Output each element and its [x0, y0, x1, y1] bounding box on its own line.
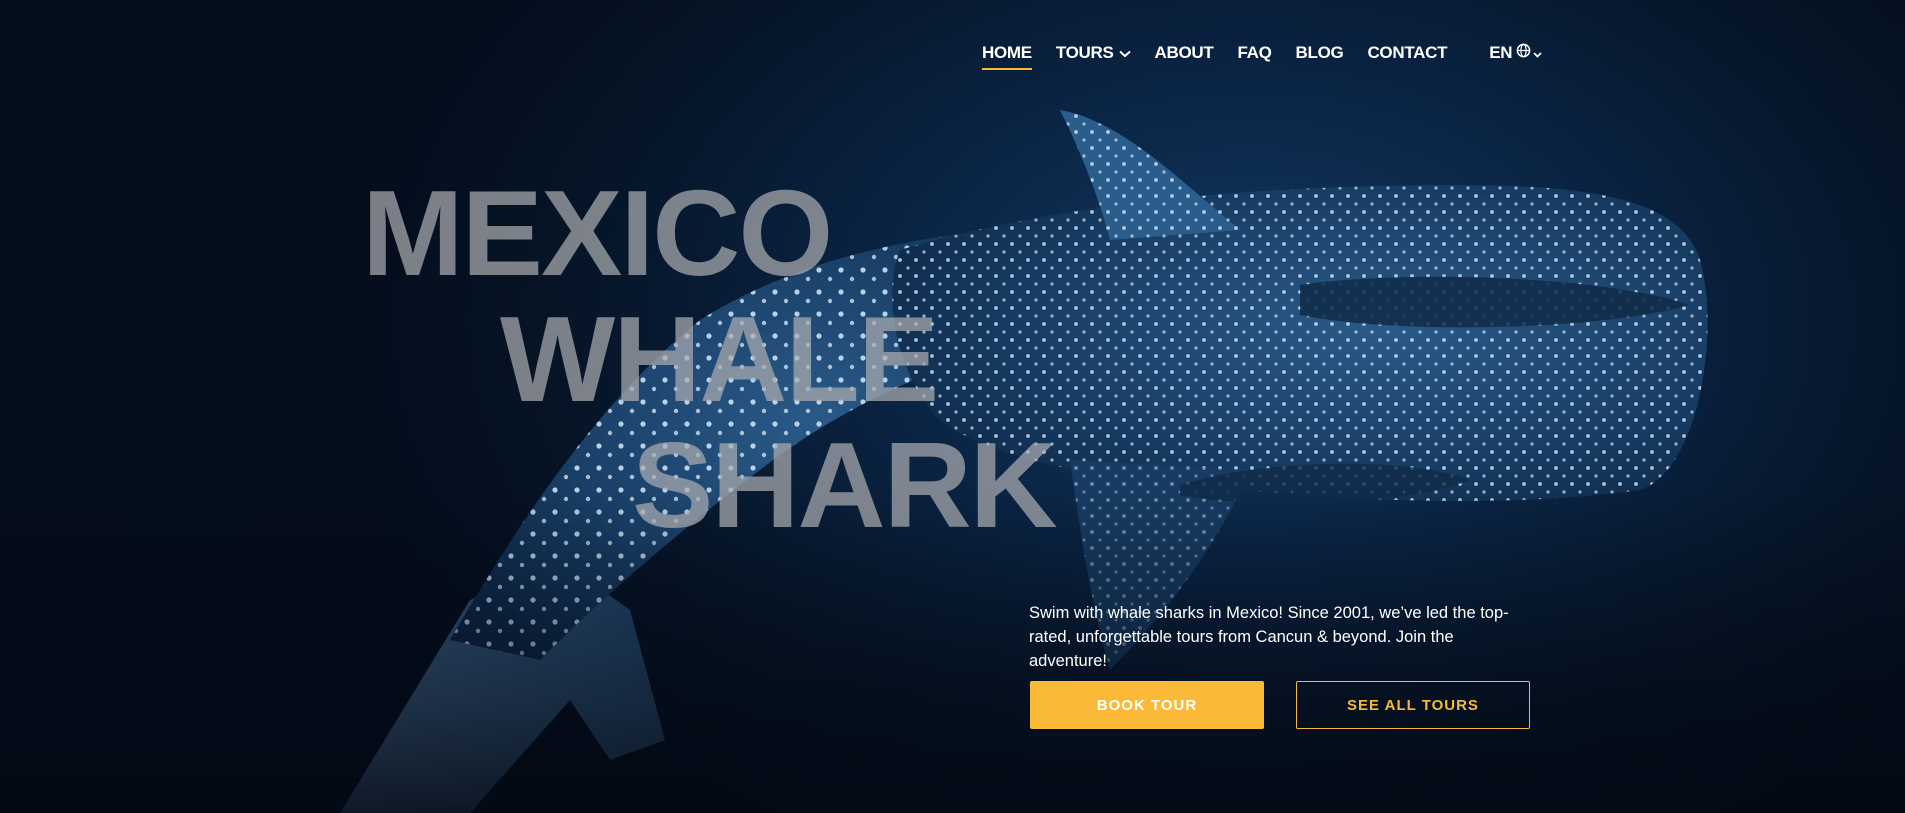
nav-item-home[interactable]: HOME	[982, 43, 1032, 70]
nav-item-label: BLOG	[1295, 43, 1344, 62]
nav-item-label: ABOUT	[1154, 43, 1214, 62]
book-tour-button[interactable]: BOOK TOUR	[1030, 681, 1264, 729]
nav-item-label: TOURS	[1055, 43, 1114, 62]
hero-title-line-1: MEXICO	[362, 165, 833, 301]
nav-item-blog[interactable]: BLOG	[1296, 43, 1344, 63]
nav-item-tours[interactable]: TOURS	[1056, 43, 1131, 63]
language-selector[interactable]: EN	[1489, 43, 1542, 63]
nav-item-faq[interactable]: FAQ	[1237, 43, 1271, 63]
hero-overlay	[0, 0, 1905, 813]
language-label: EN	[1489, 43, 1513, 62]
see-all-tours-button[interactable]: SEE ALL TOURS	[1296, 681, 1530, 729]
nav-item-label: HOME	[982, 43, 1032, 62]
hero-title-line-2: WHALE	[500, 291, 939, 427]
nav-item-label: FAQ	[1237, 43, 1272, 62]
globe-icon	[1516, 43, 1531, 63]
nav-item-label: CONTACT	[1367, 43, 1448, 62]
hero-title-line-3: SHARK	[632, 417, 1058, 553]
main-nav: HOME TOURS ABOUT FAQ BLOG CONTACT EN	[982, 40, 1542, 70]
nav-item-contact[interactable]: CONTACT	[1367, 43, 1447, 63]
hero-description: Swim with whale sharks in Mexico! Since …	[1029, 604, 1509, 670]
chevron-down-icon	[1118, 43, 1131, 63]
nav-item-about[interactable]: ABOUT	[1155, 43, 1214, 63]
chevron-down-icon	[1533, 43, 1542, 63]
